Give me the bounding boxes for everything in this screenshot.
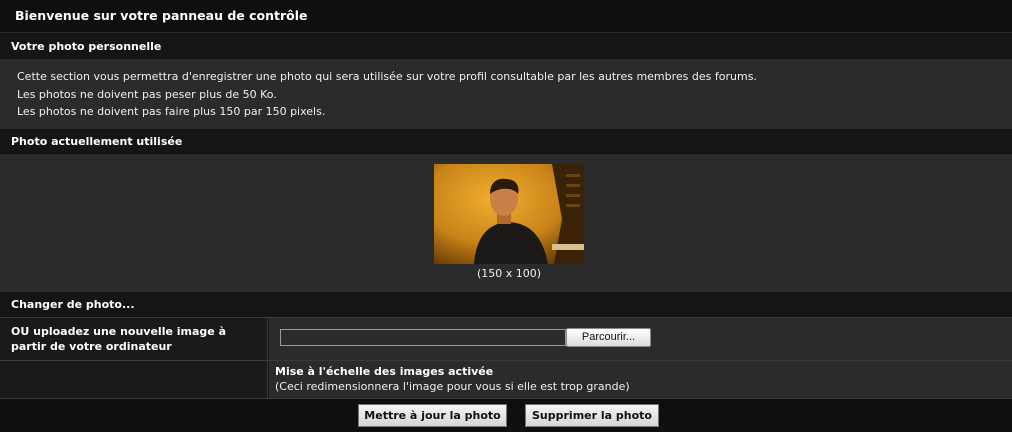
file-path-input[interactable] xyxy=(280,329,566,346)
page-title: Bienvenue sur votre panneau de contrôle xyxy=(0,0,1012,32)
info-section: Cette section vous permettra d'enregistr… xyxy=(0,59,1012,128)
upload-label-cell: OU uploadez une nouvelle image à partir … xyxy=(0,318,268,360)
current-profile-photo xyxy=(434,164,584,264)
info-line-size-limit: Les photos ne doivent pas faire plus 150… xyxy=(17,105,326,118)
scaling-note: (Ceci redimensionnera l'image pour vous … xyxy=(275,380,630,393)
scaling-enabled-title: Mise à l'échelle des images activée xyxy=(275,365,494,378)
upload-label-line-1: OU uploadez une nouvelle image à xyxy=(11,325,227,338)
upload-label-line-2: partir de votre ordinateur xyxy=(11,340,172,353)
section-header-change-photo: Changer de photo... xyxy=(0,291,1012,317)
update-photo-button[interactable]: Mettre à jour la photo xyxy=(358,404,507,427)
delete-photo-button[interactable]: Supprimer la photo xyxy=(525,404,659,427)
control-panel: Bienvenue sur votre panneau de contrôle … xyxy=(0,0,1012,432)
info-line-description: Cette section vous permettra d'enregistr… xyxy=(17,70,757,83)
photo-dimensions: (150 x 100) xyxy=(476,267,542,280)
upload-label: OU uploadez une nouvelle image à partir … xyxy=(11,324,226,354)
section-header-personal-photo: Votre photo personnelle xyxy=(0,32,1012,59)
info-line-weight-limit: Les photos ne doivent pas peser plus de … xyxy=(17,87,277,101)
browse-button[interactable]: Parcourir... xyxy=(566,328,651,347)
scaling-label-cell xyxy=(0,361,268,398)
profile-photo-image xyxy=(434,164,584,264)
info-text: Cette section vous permettra d'enregistr… xyxy=(17,68,757,121)
section-header-current-photo: Photo actuellement utilisée xyxy=(0,128,1012,154)
